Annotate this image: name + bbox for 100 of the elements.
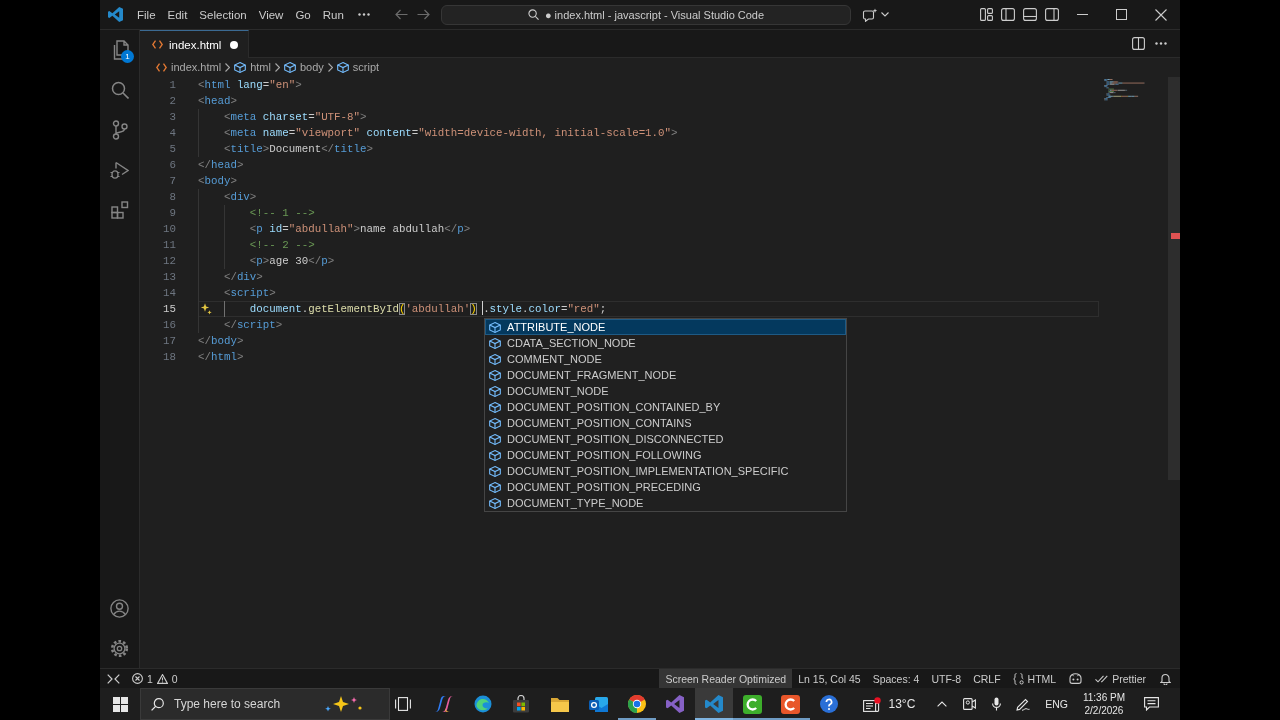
help-icon — [820, 695, 839, 713]
suggestion-item[interactable]: ATTRIBUTE_NODE — [485, 319, 847, 335]
suggestion-item[interactable]: DOCUMENT_POSITION_FOLLOWING — [485, 447, 847, 463]
suggestion-item[interactable]: CDATA_SECTION_NODE — [485, 335, 847, 351]
editor-tab[interactable]: index.html — [140, 30, 250, 58]
more-icon[interactable] — [357, 13, 370, 16]
task-view-icon — [395, 697, 411, 711]
cube-icon — [283, 61, 296, 73]
language-indicator[interactable]: ENG — [1039, 688, 1074, 720]
line-number: 10 — [162, 222, 177, 237]
c-letter-app-icon — [781, 694, 801, 714]
menu-item[interactable]: Go — [289, 4, 317, 25]
forward-arrow-icon[interactable] — [416, 9, 430, 20]
suggestion-item[interactable]: DOCUMENT_NODE — [485, 383, 847, 399]
taskbar-button[interactable] — [694, 688, 733, 720]
news-widget[interactable]: 13°C — [856, 688, 922, 720]
code-line: <p>age 30</p> — [249, 255, 335, 267]
suggestion-item[interactable]: DOCUMENT_POSITION_CONTAINED_BY — [485, 399, 847, 415]
line-number: 14 — [162, 286, 177, 301]
code-line: </div> — [223, 271, 263, 283]
secondary-sidebar-toggle-icon[interactable] — [1045, 8, 1059, 21]
account-icon[interactable] — [110, 598, 129, 618]
cube-icon — [336, 61, 349, 73]
status-item[interactable]: CRLF — [967, 669, 1007, 688]
split-editor-icon[interactable] — [1132, 37, 1145, 50]
menu-item[interactable]: Edit — [161, 4, 194, 25]
scrollbar-thumb[interactable] — [1168, 77, 1180, 480]
status-item[interactable]: Spaces: 4 — [866, 669, 926, 688]
search-input[interactable]: Type here to search — [174, 695, 314, 713]
suggestion-item[interactable]: DOCUMENT_POSITION_PRECEDING — [485, 479, 847, 495]
notifications-icon[interactable] — [1160, 672, 1171, 685]
extensions-icon[interactable] — [110, 201, 129, 219]
line-number: 1 — [168, 78, 177, 93]
breadcrumb-item[interactable]: index.html — [156, 61, 222, 73]
error-icon — [132, 673, 143, 684]
cube-icon — [489, 353, 502, 365]
close-icon[interactable] — [1154, 8, 1167, 21]
notification-icon[interactable] — [1143, 697, 1159, 711]
unsaved-dot-icon[interactable] — [230, 40, 239, 49]
menu-item[interactable]: View — [252, 4, 290, 25]
line-number: 11 — [162, 238, 177, 253]
code-line: <meta name="viewport" content="width=device-width, initial-scale=1.0"> — [223, 127, 678, 139]
line-number: 8 — [168, 190, 177, 205]
menu-item[interactable]: File — [131, 4, 162, 25]
cube-icon — [234, 61, 247, 73]
command-center[interactable]: ● index.html - javascript - Visual Studio Code — [441, 4, 851, 25]
pen-icon[interactable] — [1016, 697, 1031, 711]
search-box[interactable]: Type here to search — [140, 688, 390, 720]
play-bug-icon[interactable] — [110, 160, 129, 180]
breadcrumb-item[interactable]: script — [336, 61, 380, 73]
menu-item[interactable]: Run — [316, 4, 350, 25]
clock[interactable]: 11:36 PM 2/2/2026 — [1077, 688, 1130, 720]
status-item[interactable]: Ln 15, Col 45 — [792, 669, 867, 688]
menu-item[interactable]: Selection — [193, 4, 253, 25]
suggestion-item[interactable]: DOCUMENT_POSITION_DISCONNECTED — [485, 431, 847, 447]
browser-icon — [473, 695, 492, 713]
chevron-down-icon[interactable] — [881, 12, 889, 17]
maximize-icon[interactable] — [1116, 9, 1127, 20]
breadcrumb-item[interactable]: html — [234, 61, 271, 73]
back-arrow-icon[interactable] — [394, 9, 408, 20]
code-line: <script> — [223, 287, 276, 299]
braces-icon — [1012, 672, 1024, 685]
sparkle-icon[interactable] — [200, 303, 212, 315]
line-number: 7 — [168, 174, 177, 189]
status-item[interactable]: Screen Reader Optimized — [659, 669, 793, 688]
breadcrumb-item[interactable]: body — [283, 61, 324, 73]
suggestion-item[interactable]: DOCUMENT_TYPE_NODE — [485, 495, 847, 511]
chat-sparkle-icon[interactable] — [862, 7, 878, 22]
cube-icon — [489, 337, 502, 349]
code-line: document.getElementById('abdullah') .style.color="red"; — [249, 303, 607, 315]
suggestion-item[interactable]: COMMENT_NODE — [485, 351, 847, 367]
robot-face-icon[interactable] — [1069, 673, 1083, 684]
camera-icon[interactable] — [962, 698, 976, 710]
suggestion-item[interactable]: DOCUMENT_POSITION_CONTAINS — [485, 415, 847, 431]
more-icon[interactable] — [1155, 42, 1167, 45]
problems-button[interactable]: 1 0 — [126, 669, 184, 688]
cube-icon — [489, 497, 502, 509]
formatter-button[interactable]: Prettier — [1089, 669, 1152, 688]
language-button[interactable]: HTML — [1006, 669, 1063, 688]
cube-icon — [489, 449, 502, 461]
line-number: 15 — [162, 302, 177, 317]
suggestion-item[interactable]: DOCUMENT_FRAGMENT_NODE — [485, 367, 847, 383]
angle-brackets-icon — [156, 62, 167, 72]
store-icon — [512, 695, 531, 713]
sidebar-toggle-icon[interactable] — [1001, 8, 1015, 21]
branch-icon[interactable] — [111, 120, 128, 140]
remote-icon[interactable] — [106, 673, 120, 684]
chevron-up-icon[interactable] — [937, 701, 948, 707]
panel-toggle-icon[interactable] — [1023, 8, 1037, 21]
start-icon[interactable] — [112, 696, 128, 712]
settings-icon[interactable] — [110, 638, 129, 658]
mail-icon — [588, 695, 608, 713]
layout-icon[interactable] — [979, 8, 993, 21]
microphone-icon[interactable] — [991, 697, 1001, 711]
app-logo-icon — [108, 7, 123, 22]
suggestion-item[interactable]: DOCUMENT_POSITION_IMPLEMENTATION_SPECIFIC — [485, 463, 847, 479]
status-item[interactable]: UTF-8 — [925, 669, 968, 688]
search-icon[interactable] — [110, 81, 129, 99]
cube-icon — [489, 465, 502, 477]
double-check-icon — [1095, 674, 1109, 683]
